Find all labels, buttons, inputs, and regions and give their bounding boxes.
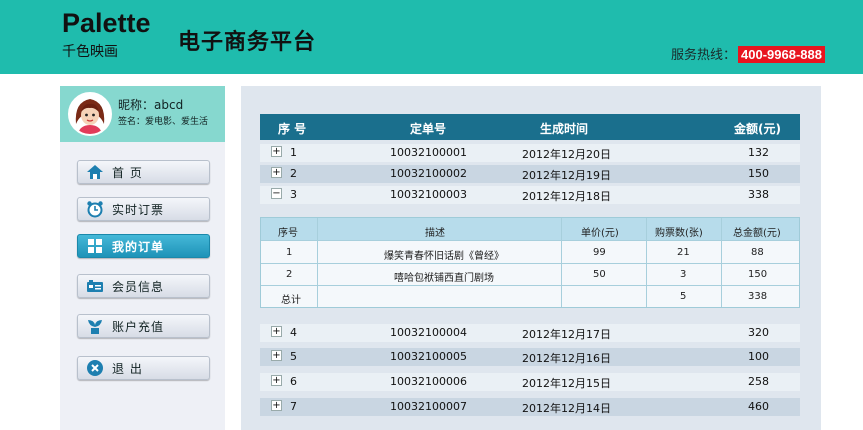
orders-table-header: 序 号 定单号 生成时间 金额(元)	[260, 114, 800, 140]
order-row[interactable]: + 7 10032100007 2012年12月14日 460	[260, 398, 800, 416]
member-card-icon	[78, 278, 112, 294]
logo-chinese: 千色映画	[62, 44, 118, 60]
detail-col-desc: 描述	[425, 228, 445, 239]
order-row[interactable]: + 5 10032100005 2012年12月16日 100	[260, 348, 800, 366]
order-seq: 5	[290, 350, 297, 363]
menu-member-info-label: 会员信息	[112, 279, 165, 294]
order-amount: 132	[748, 146, 769, 159]
detail-col-seq: 序号	[278, 228, 298, 239]
order-number: 10032100004	[390, 326, 467, 339]
order-date: 2012年12月20日	[522, 148, 611, 161]
menu-recharge-button[interactable]: 账户充值	[77, 314, 210, 338]
order-seq: 1	[290, 146, 297, 159]
col-created: 生成时间	[540, 122, 589, 136]
order-date: 2012年12月18日	[522, 190, 611, 203]
detail-desc: 爆笑青春怀旧话剧《曾经》	[384, 251, 504, 262]
order-seq: 4	[290, 326, 297, 339]
order-number: 10032100005	[390, 350, 467, 363]
close-circle-icon	[78, 359, 112, 377]
detail-price: 99	[593, 247, 606, 258]
avatar	[68, 92, 112, 136]
detail-price: 50	[593, 269, 606, 280]
order-amount: 258	[748, 375, 769, 388]
menu-home-label: 首 页	[112, 165, 143, 180]
order-date: 2012年12月14日	[522, 402, 611, 415]
order-amount: 338	[748, 188, 769, 201]
order-date: 2012年12月19日	[522, 169, 611, 182]
detail-col-total: 总金额(元)	[733, 228, 781, 239]
order-date: 2012年12月17日	[522, 328, 611, 341]
detail-qty: 3	[680, 269, 687, 280]
expand-toggle[interactable]: +	[271, 326, 282, 337]
detail-header	[261, 218, 799, 240]
logo-english: Palette	[62, 8, 151, 38]
top-header: Palette 千色映画 电子商务平台 服务热线： 400-9968-888	[0, 0, 863, 74]
col-amount: 金额(元)	[734, 122, 781, 136]
platform-title: 电子商务平台	[178, 30, 317, 55]
hotline-label: 服务热线：	[671, 48, 737, 63]
menu-logout-button[interactable]: 退 出	[77, 356, 210, 380]
divider	[261, 263, 799, 264]
order-amount: 100	[748, 350, 769, 363]
detail-total: 150	[748, 269, 768, 280]
home-icon	[78, 164, 112, 180]
alarm-clock-icon	[78, 200, 112, 218]
collapse-toggle[interactable]: −	[271, 188, 282, 199]
detail-seq: 2	[286, 269, 293, 280]
menu-home-button[interactable]: 首 页	[77, 160, 210, 184]
detail-sum-total: 338	[748, 291, 768, 302]
order-number: 10032100007	[390, 400, 467, 413]
expand-toggle[interactable]: +	[271, 375, 282, 386]
col-seq: 序 号	[278, 122, 307, 136]
menu-my-orders-button[interactable]: 我的订单	[77, 234, 210, 258]
menu-my-orders-label: 我的订单	[112, 239, 165, 254]
detail-col-price: 单价(元)	[581, 228, 619, 239]
detail-seq: 1	[286, 247, 293, 258]
order-number: 10032100002	[390, 167, 467, 180]
order-seq: 2	[290, 167, 297, 180]
nickname: 昵称：abcd	[118, 98, 184, 112]
menu-booking-button[interactable]: 实时订票	[77, 197, 210, 221]
service-hotline: 服务热线： 400-9968-888	[671, 44, 825, 63]
menu-logout-label: 退 出	[112, 361, 143, 376]
order-number: 10032100003	[390, 188, 467, 201]
grid-icon	[78, 238, 112, 254]
order-amount: 320	[748, 326, 769, 339]
order-row[interactable]: − 3 10032100003 2012年12月18日 338	[260, 186, 800, 204]
order-amount: 460	[748, 400, 769, 413]
order-row[interactable]: + 4 10032100004 2012年12月17日 320	[260, 324, 800, 342]
order-row[interactable]: + 6 10032100006 2012年12月15日 258	[260, 373, 800, 391]
expand-toggle[interactable]: +	[271, 350, 282, 361]
menu-member-info-button[interactable]: 会员信息	[77, 274, 210, 298]
signature: 签名：爱电影、爱生活	[118, 117, 209, 127]
order-seq: 3	[290, 188, 297, 201]
order-amount: 150	[748, 167, 769, 180]
detail-qty: 21	[677, 247, 690, 258]
order-row[interactable]: + 2 10032100002 2012年12月19日 150	[260, 165, 800, 183]
divider	[261, 285, 799, 286]
detail-total: 88	[751, 247, 764, 258]
order-seq: 6	[290, 375, 297, 388]
order-seq: 7	[290, 400, 297, 413]
order-date: 2012年12月16日	[522, 352, 611, 365]
order-number: 10032100006	[390, 375, 467, 388]
detail-desc: 嘻哈包袱铺西直门剧场	[394, 273, 494, 284]
order-row[interactable]: + 1 10032100001 2012年12月20日 132	[260, 144, 800, 162]
hotline-number: 400-9968-888	[738, 46, 825, 63]
col-order-no: 定单号	[410, 122, 447, 136]
menu-booking-label: 实时订票	[112, 202, 165, 217]
divider	[261, 240, 799, 241]
detail-col-qty: 购票数(张)	[655, 228, 703, 239]
expand-toggle[interactable]: +	[271, 146, 282, 157]
expand-toggle[interactable]: +	[271, 400, 282, 411]
order-date: 2012年12月15日	[522, 377, 611, 390]
expand-toggle[interactable]: +	[271, 167, 282, 178]
order-number: 10032100001	[390, 146, 467, 159]
menu-recharge-label: 账户充值	[112, 319, 165, 334]
detail-sum-qty: 5	[680, 291, 687, 302]
order-detail-table: 序号 描述 单价(元) 购票数(张) 总金额(元) 1 爆笑青春怀旧话剧《曾经》…	[260, 217, 800, 308]
detail-sum-label: 总计	[281, 295, 301, 306]
plant-icon	[78, 317, 112, 335]
